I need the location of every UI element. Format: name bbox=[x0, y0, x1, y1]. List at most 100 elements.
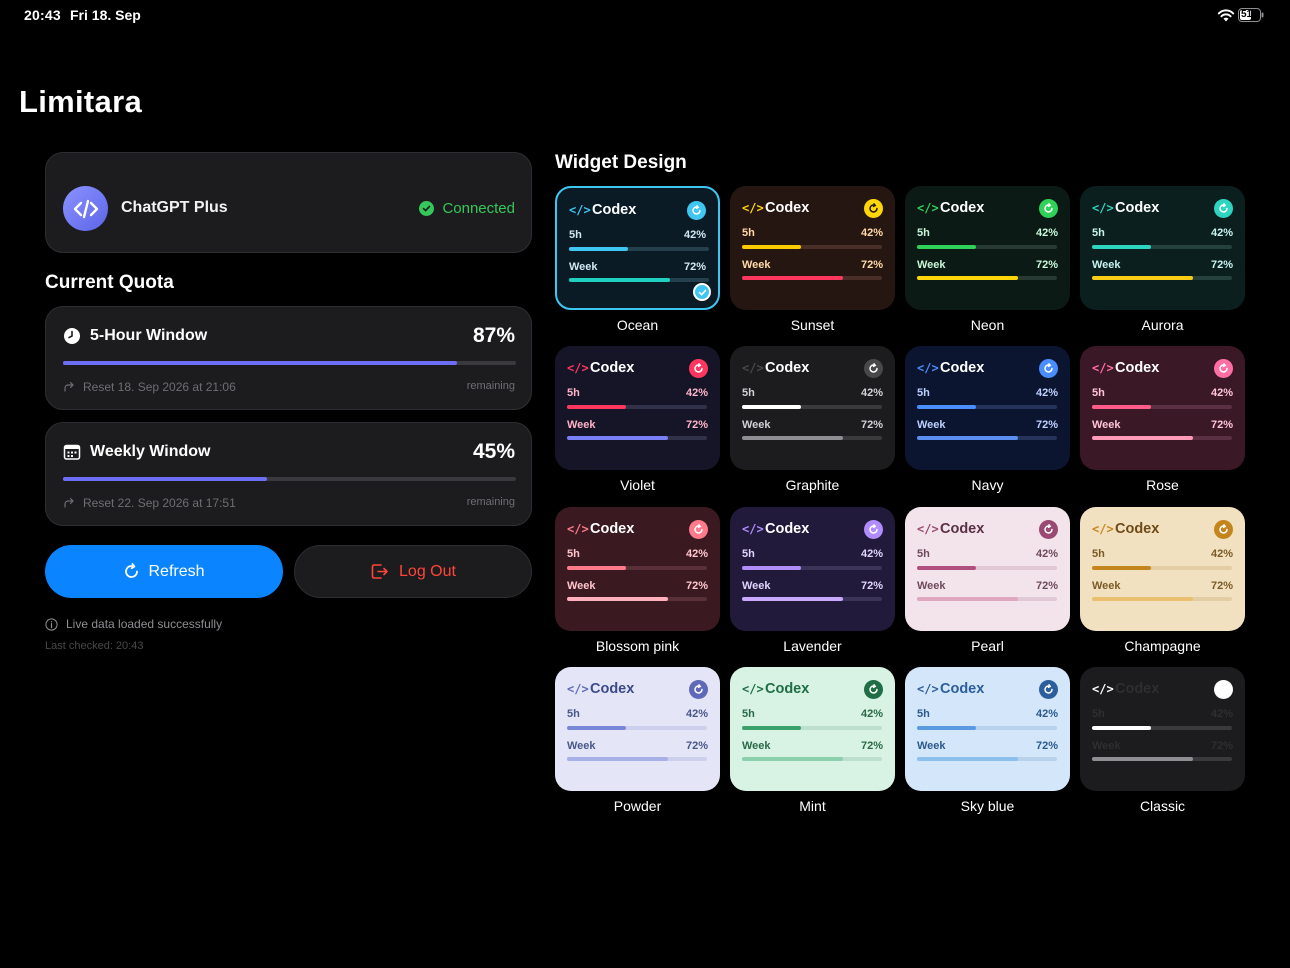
widget-progress-fill bbox=[1092, 405, 1151, 409]
quota-reset-time: Reset 22. Sep 2026 at 17:51 bbox=[83, 496, 236, 510]
widget-progress-fill bbox=[1092, 726, 1151, 730]
widget-row-label: Week bbox=[1092, 580, 1121, 592]
widget-progress-track bbox=[1092, 405, 1232, 409]
widget-preview[interactable]: </> Codex 5h 42% Week 72% bbox=[555, 667, 720, 791]
code-icon: </> bbox=[567, 522, 589, 536]
widget-progress-fill bbox=[567, 757, 668, 761]
refresh-icon bbox=[1214, 520, 1233, 539]
widget-theme-option[interactable]: </> Codex 5h 42% Week 72% Aurora bbox=[1080, 186, 1245, 336]
code-icon: </> bbox=[917, 361, 939, 375]
widget-theme-option[interactable]: </> Codex 5h 42% Week 72% Mint bbox=[730, 667, 895, 817]
widget-progress-fill bbox=[1092, 597, 1193, 601]
widget-preview[interactable]: </> Codex 5h 42% Week 72% bbox=[1080, 507, 1245, 631]
widget-theme-name: Champagne bbox=[1124, 638, 1201, 654]
widget-row-label: 5h bbox=[567, 387, 580, 399]
widget-row-value: 72% bbox=[685, 580, 708, 592]
widget-progress-fill bbox=[1092, 276, 1193, 280]
widget-row-value: 42% bbox=[685, 708, 708, 720]
widget-preview[interactable]: </> Codex 5h 42% Week 72% bbox=[555, 186, 720, 310]
clock-icon bbox=[64, 328, 80, 344]
widget-title: Codex bbox=[590, 681, 635, 697]
widget-progress-fill bbox=[917, 757, 1018, 761]
widget-preview[interactable]: </> Codex 5h 42% Week 72% bbox=[1080, 186, 1245, 310]
code-icon: </> bbox=[742, 201, 764, 215]
account-name: ChatGPT Plus bbox=[121, 199, 228, 216]
widget-preview[interactable]: </> Codex 5h 42% Week 72% bbox=[905, 186, 1070, 310]
widget-row-value: 42% bbox=[685, 387, 708, 399]
widget-theme-name: Graphite bbox=[785, 477, 840, 493]
widget-preview[interactable]: </> Codex 5h 42% Week 72% bbox=[730, 186, 895, 310]
widget-theme-option[interactable]: </> Codex 5h 42% Week 72% Lavender bbox=[730, 507, 895, 657]
widget-title: Codex bbox=[940, 521, 985, 537]
widget-progress-fill bbox=[917, 405, 976, 409]
widget-theme-option[interactable]: </> Codex 5h 42% Week 72% Classic bbox=[1080, 667, 1245, 817]
widget-preview[interactable]: </> Codex 5h 42% Week 72% bbox=[905, 507, 1070, 631]
widget-preview[interactable]: </> Codex 5h 42% Week 72% bbox=[730, 346, 895, 470]
widget-row-value: 72% bbox=[1210, 419, 1233, 431]
refresh-label: Refresh bbox=[148, 562, 205, 580]
widget-title: Codex bbox=[765, 200, 810, 216]
widget-progress-fill bbox=[742, 597, 843, 601]
widget-title: Codex bbox=[940, 360, 985, 376]
refresh-icon bbox=[864, 520, 883, 539]
widget-progress-track bbox=[742, 436, 882, 440]
widget-preview[interactable]: </> Codex 5h 42% Week 72% bbox=[555, 507, 720, 631]
widget-theme-name: Aurora bbox=[1141, 317, 1184, 333]
widget-theme-option[interactable]: </> Codex 5h 42% Week 72% Pearl bbox=[905, 507, 1070, 657]
code-icon: </> bbox=[742, 522, 764, 536]
account-card: ChatGPT Plus Connected bbox=[45, 152, 532, 253]
widget-row-label: Week bbox=[917, 259, 946, 271]
widget-preview[interactable]: </> Codex 5h 42% Week 72% bbox=[730, 507, 895, 631]
battery-level: 51 bbox=[1241, 9, 1253, 20]
widget-progress-fill bbox=[917, 245, 976, 249]
widget-preview[interactable]: </> Codex 5h 42% Week 72% bbox=[905, 346, 1070, 470]
widget-title: Codex bbox=[592, 202, 637, 218]
widget-theme-option[interactable]: </> Codex 5h 42% Week 72% Blossom pink bbox=[555, 507, 720, 657]
quota-progress-fill bbox=[63, 477, 267, 481]
widget-theme-name: Classic bbox=[1139, 798, 1186, 814]
widget-theme-option[interactable]: </> Codex 5h 42% Week 72% Graphite bbox=[730, 346, 895, 496]
quota-progress-fill bbox=[63, 361, 458, 365]
widget-progress-track bbox=[1092, 757, 1232, 761]
widget-theme-option[interactable]: </> Codex 5h 42% Week 72% Navy bbox=[905, 346, 1070, 496]
selected-check-icon bbox=[693, 283, 711, 301]
widget-theme-option[interactable]: </> Codex 5h 42% Week 72% Sunset bbox=[730, 186, 895, 336]
widget-theme-option[interactable]: </> Codex 5h 42% Week 72% Ocean bbox=[555, 186, 720, 336]
widget-progress-track bbox=[1092, 566, 1232, 570]
widget-row-value: 72% bbox=[685, 740, 708, 752]
widget-row-label: 5h bbox=[917, 708, 930, 720]
widget-theme-option[interactable]: </> Codex 5h 42% Week 72% Powder bbox=[555, 667, 720, 817]
widget-theme-name: Ocean bbox=[616, 317, 659, 333]
widget-theme-option[interactable]: </> Codex 5h 42% Week 72% Champagne bbox=[1080, 507, 1245, 657]
refresh-button[interactable]: Refresh bbox=[45, 545, 283, 598]
widget-row-value: 72% bbox=[860, 419, 883, 431]
code-icon: </> bbox=[1092, 361, 1114, 375]
widget-progress-track bbox=[1092, 436, 1232, 440]
info-icon bbox=[45, 617, 58, 631]
widget-progress-track bbox=[742, 405, 882, 409]
widget-preview[interactable]: </> Codex 5h 42% Week 72% bbox=[1080, 346, 1245, 470]
status-bar: 20:43 Fri 18. Sep 51 bbox=[0, 0, 1290, 30]
widget-theme-option[interactable]: </> Codex 5h 42% Week 72% Neon bbox=[905, 186, 1070, 336]
logout-button[interactable]: Log Out bbox=[294, 545, 532, 598]
code-icon: </> bbox=[567, 682, 589, 696]
widget-theme-option[interactable]: </> Codex 5h 42% Week 72% Violet bbox=[555, 346, 720, 496]
widget-progress-track bbox=[567, 726, 707, 730]
widget-theme-option[interactable]: </> Codex 5h 42% Week 72% Sky blue bbox=[905, 667, 1070, 817]
widget-preview[interactable]: </> Codex 5h 42% Week 72% bbox=[730, 667, 895, 791]
check-circle-icon bbox=[419, 201, 435, 216]
refresh-icon bbox=[864, 680, 883, 699]
widget-row-label: Week bbox=[567, 580, 596, 592]
widget-preview[interactable]: </> Codex 5h 42% Week 72% bbox=[1080, 667, 1245, 791]
widget-row-label: Week bbox=[567, 740, 596, 752]
widget-progress-fill bbox=[567, 566, 626, 570]
widget-preview[interactable]: </> Codex 5h 42% Week 72% bbox=[555, 346, 720, 470]
code-icon: </> bbox=[1092, 682, 1114, 696]
widget-preview[interactable]: </> Codex 5h 42% Week 72% bbox=[905, 667, 1070, 791]
widget-theme-option[interactable]: </> Codex 5h 42% Week 72% Rose bbox=[1080, 346, 1245, 496]
widget-progress-track bbox=[917, 757, 1057, 761]
widget-row-label: Week bbox=[917, 580, 946, 592]
widget-progress-fill bbox=[917, 276, 1018, 280]
quota-label: Weekly Window bbox=[90, 443, 211, 460]
widget-row-label: 5h bbox=[569, 229, 582, 241]
